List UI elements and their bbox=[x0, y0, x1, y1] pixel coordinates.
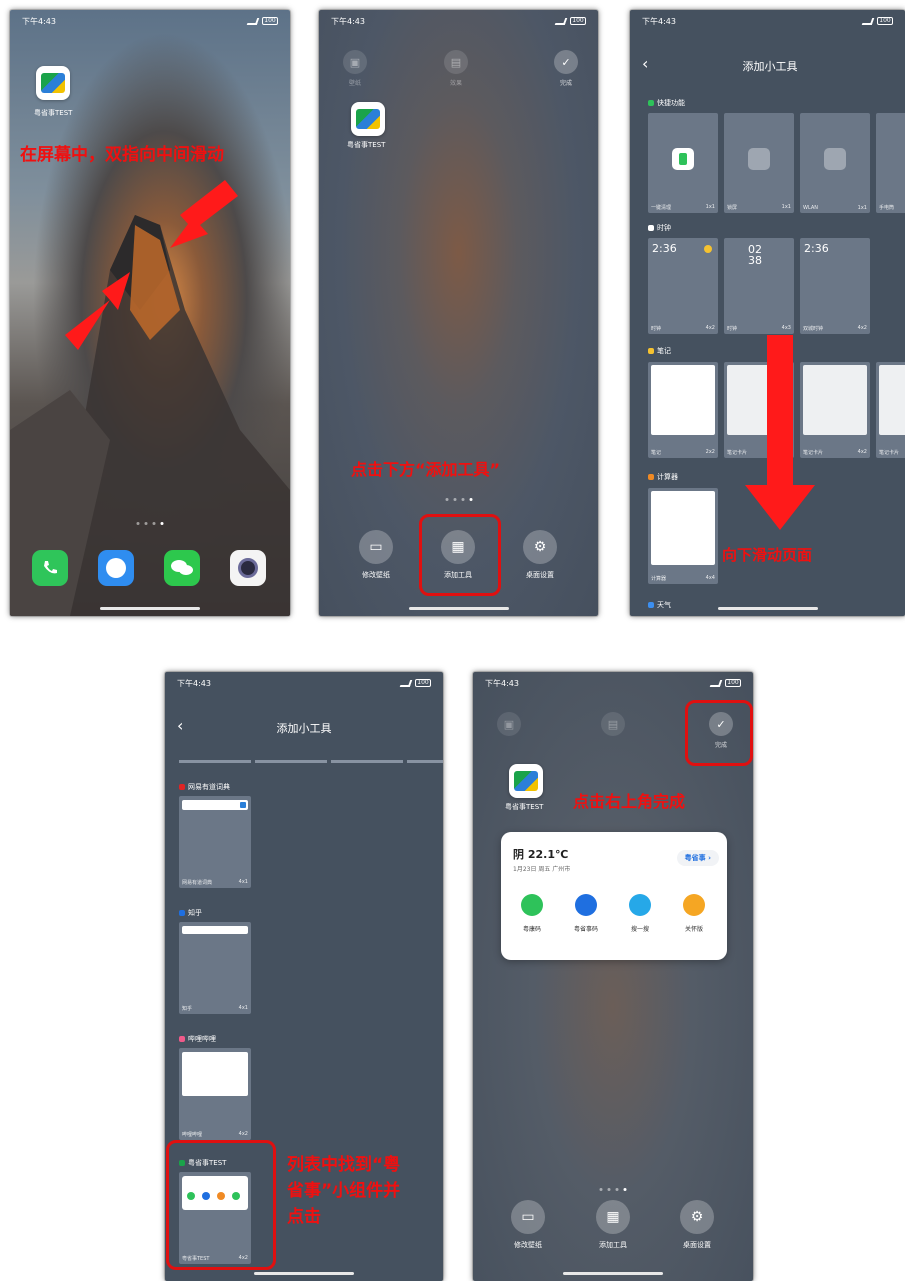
phone-icon[interactable] bbox=[32, 550, 68, 586]
widget-tile[interactable]: 笔记卡片 bbox=[876, 362, 905, 458]
app-section-title: 知乎 bbox=[179, 908, 202, 918]
widget-tile[interactable]: 2:36 时钟 4x2 bbox=[648, 238, 718, 334]
highlight-yss-widget bbox=[166, 1140, 276, 1270]
widget-tile[interactable]: 锁屏 1x1 bbox=[724, 113, 794, 213]
highlight-done bbox=[685, 700, 753, 766]
health-code-icon[interactable] bbox=[521, 894, 543, 916]
home-indicator bbox=[100, 607, 200, 610]
effect-top-button[interactable]: ▤ bbox=[601, 712, 625, 736]
section-clock: 时钟 bbox=[648, 223, 671, 233]
widget-tile[interactable]: 网易有道词典 4x1 bbox=[179, 796, 251, 888]
date-text: 1月23日 周五 广州市 bbox=[513, 866, 571, 873]
app-label: 粤省事TEST bbox=[347, 141, 386, 149]
status-bar: 下午4:43 100 bbox=[319, 10, 598, 32]
status-time: 下午4:43 bbox=[177, 678, 211, 688]
back-arrow-icon[interactable]: ‹ bbox=[642, 54, 648, 73]
widget-tile[interactable]: 2:36 双城时钟 4x2 bbox=[800, 238, 870, 334]
settings-button[interactable]: ⚙ bbox=[680, 1200, 714, 1234]
red-arrow-icon bbox=[65, 180, 238, 350]
brand-pill[interactable]: 粤省事 › bbox=[676, 850, 719, 866]
action-label: 搜一搜 bbox=[630, 926, 650, 933]
tutorial-canvas: 下午4:43 100 粤省事TEST 在屏幕中，双指向中间滑动 下午4:43 1… bbox=[0, 0, 905, 1281]
signal-icon bbox=[861, 17, 875, 25]
page-indicator bbox=[599, 1188, 627, 1191]
page-title: 添加小工具 bbox=[742, 60, 798, 73]
yss-app-icon[interactable] bbox=[351, 102, 385, 136]
red-down-arrow-icon bbox=[745, 335, 815, 530]
annotation-add-tool: 点击下方“添加工具” bbox=[351, 460, 501, 479]
effect-top-button[interactable]: ▤ bbox=[444, 50, 468, 74]
wallpaper-top-label: 壁纸 bbox=[348, 80, 362, 87]
status-bar: 下午4:43 100 bbox=[165, 672, 443, 694]
panel-home-screen: 下午4:43 100 粤省事TEST 在屏幕中，双指向中间滑动 bbox=[10, 10, 290, 616]
settings-button-label: 桌面设置 bbox=[526, 571, 554, 579]
action-label: 粤省事码 bbox=[573, 926, 599, 933]
wechat-icon[interactable] bbox=[164, 550, 200, 586]
app-section-title: 哔哩哔哩 bbox=[179, 1034, 216, 1044]
page-indicator bbox=[136, 522, 164, 525]
widget-tile[interactable]: WLAN 1x1 bbox=[800, 113, 870, 213]
status-bar: 下午4:43 100 bbox=[630, 10, 905, 32]
section-weather: 天气 bbox=[648, 600, 671, 610]
care-mode-icon[interactable] bbox=[683, 894, 705, 916]
section-calculator: 计算器 bbox=[648, 472, 678, 482]
wallpaper-button-label: 修改壁纸 bbox=[514, 1241, 542, 1249]
wallpaper-top-button[interactable]: ▣ bbox=[343, 50, 367, 74]
done-label: 完成 bbox=[559, 80, 573, 87]
battery-icon: 100 bbox=[877, 17, 893, 25]
home-indicator bbox=[563, 1272, 663, 1275]
settings-button-label: 桌面设置 bbox=[683, 1241, 711, 1249]
action-label: 关怀版 bbox=[684, 926, 704, 933]
settings-button[interactable]: ⚙ bbox=[523, 530, 557, 564]
home-indicator bbox=[717, 607, 818, 610]
add-tool-button-label: 添加工具 bbox=[599, 1241, 627, 1249]
message-icon[interactable] bbox=[98, 550, 134, 586]
wallpaper-button[interactable]: ▭ bbox=[511, 1200, 545, 1234]
back-arrow-icon[interactable]: ‹ bbox=[177, 716, 183, 735]
wallpaper-button-label: 修改壁纸 bbox=[362, 571, 390, 579]
battery-icon: 100 bbox=[415, 679, 431, 687]
signal-icon bbox=[399, 679, 413, 687]
page-title: 添加小工具 bbox=[276, 722, 332, 735]
annotation-done: 点击右上角完成 bbox=[573, 792, 686, 811]
yss-app-icon[interactable] bbox=[509, 764, 543, 798]
widget-tile[interactable]: 知乎 4x1 bbox=[179, 922, 251, 1014]
widget-tile[interactable]: 哔哩哔哩 4x2 bbox=[179, 1048, 251, 1140]
done-button[interactable]: ✓ bbox=[554, 50, 578, 74]
annotation-find-widget: 列表中找到“粤 省事”小组件并 点击 bbox=[287, 1155, 401, 1227]
status-time: 下午4:43 bbox=[485, 678, 519, 688]
yss-code-icon[interactable] bbox=[575, 894, 597, 916]
status-time: 下午4:43 bbox=[331, 16, 365, 26]
effect-top-label: 效果 bbox=[449, 80, 463, 87]
home-indicator bbox=[408, 607, 509, 610]
search-icon[interactable] bbox=[629, 894, 651, 916]
status-bar: 下午4:43 100 bbox=[473, 672, 753, 694]
widget-tile[interactable]: 一键清理 1x1 bbox=[648, 113, 718, 213]
widget-tile[interactable]: 计算器 4x4 bbox=[648, 488, 718, 584]
widget-tile[interactable]: 02 38 时钟 4x3 bbox=[724, 238, 794, 334]
weather-text: 阴 22.1℃ bbox=[513, 848, 569, 861]
yss-widget[interactable]: 阴 22.1℃ 1月23日 周五 广州市 粤省事 › 粤康码 粤省事码 搜一搜 … bbox=[501, 832, 727, 960]
page-indicator bbox=[445, 498, 472, 501]
widget-tile[interactable]: 笔记 2x2 bbox=[648, 362, 718, 458]
section-notes: 笔记 bbox=[648, 346, 671, 356]
camera-icon[interactable] bbox=[230, 550, 266, 586]
home-indicator bbox=[254, 1272, 354, 1275]
app-section-title: 网易有道词典 bbox=[179, 782, 230, 792]
battery-icon: 100 bbox=[725, 679, 741, 687]
signal-icon bbox=[709, 679, 723, 687]
battery-icon: 100 bbox=[570, 17, 586, 25]
app-label: 粤省事TEST bbox=[505, 803, 544, 811]
highlight-add-tool bbox=[419, 514, 501, 596]
signal-icon bbox=[554, 17, 568, 25]
action-label: 粤康码 bbox=[522, 926, 542, 933]
status-time: 下午4:43 bbox=[642, 16, 676, 26]
annotation-scroll: 向下滑动页面 bbox=[722, 546, 813, 564]
add-tool-button[interactable]: ▦ bbox=[596, 1200, 630, 1234]
section-quick: 快捷功能 bbox=[648, 98, 685, 108]
widget-tile[interactable]: 手电筒 bbox=[876, 113, 905, 213]
wallpaper-button[interactable]: ▭ bbox=[359, 530, 393, 564]
wallpaper-top-button[interactable]: ▣ bbox=[497, 712, 521, 736]
